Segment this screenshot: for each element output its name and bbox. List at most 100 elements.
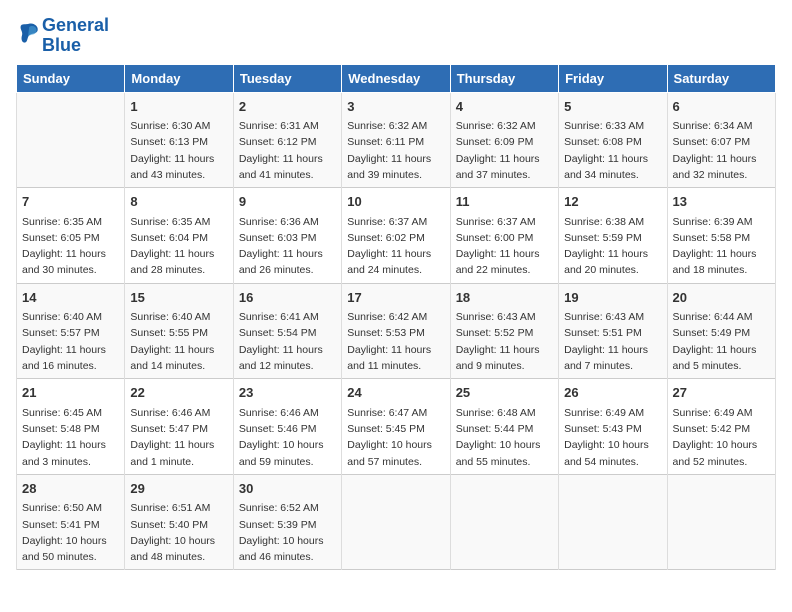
calendar-cell: 28Sunrise: 6:50 AM Sunset: 5:41 PM Dayli… bbox=[17, 474, 125, 570]
day-number: 28 bbox=[22, 479, 119, 499]
day-info: Sunrise: 6:39 AM Sunset: 5:58 PM Dayligh… bbox=[673, 214, 770, 279]
day-number: 4 bbox=[456, 97, 553, 117]
day-number: 9 bbox=[239, 192, 336, 212]
column-header-saturday: Saturday bbox=[667, 64, 775, 92]
week-row-1: 1Sunrise: 6:30 AM Sunset: 6:13 PM Daylig… bbox=[17, 92, 776, 188]
day-number: 15 bbox=[130, 288, 227, 308]
calendar-cell: 7Sunrise: 6:35 AM Sunset: 6:05 PM Daylig… bbox=[17, 188, 125, 284]
day-info: Sunrise: 6:43 AM Sunset: 5:51 PM Dayligh… bbox=[564, 309, 661, 374]
calendar-cell bbox=[17, 92, 125, 188]
day-info: Sunrise: 6:46 AM Sunset: 5:46 PM Dayligh… bbox=[239, 405, 336, 470]
logo-text: General Blue bbox=[42, 16, 109, 56]
week-row-5: 28Sunrise: 6:50 AM Sunset: 5:41 PM Dayli… bbox=[17, 474, 776, 570]
day-number: 6 bbox=[673, 97, 770, 117]
header: General Blue bbox=[16, 16, 776, 56]
day-info: Sunrise: 6:33 AM Sunset: 6:08 PM Dayligh… bbox=[564, 118, 661, 183]
day-info: Sunrise: 6:37 AM Sunset: 6:02 PM Dayligh… bbox=[347, 214, 444, 279]
day-number: 20 bbox=[673, 288, 770, 308]
calendar-cell: 5Sunrise: 6:33 AM Sunset: 6:08 PM Daylig… bbox=[559, 92, 667, 188]
calendar-cell: 8Sunrise: 6:35 AM Sunset: 6:04 PM Daylig… bbox=[125, 188, 233, 284]
calendar-cell: 15Sunrise: 6:40 AM Sunset: 5:55 PM Dayli… bbox=[125, 283, 233, 379]
day-number: 1 bbox=[130, 97, 227, 117]
logo: General Blue bbox=[16, 16, 109, 56]
day-number: 12 bbox=[564, 192, 661, 212]
day-info: Sunrise: 6:32 AM Sunset: 6:11 PM Dayligh… bbox=[347, 118, 444, 183]
calendar-cell: 10Sunrise: 6:37 AM Sunset: 6:02 PM Dayli… bbox=[342, 188, 450, 284]
calendar-cell: 4Sunrise: 6:32 AM Sunset: 6:09 PM Daylig… bbox=[450, 92, 558, 188]
calendar-cell: 11Sunrise: 6:37 AM Sunset: 6:00 PM Dayli… bbox=[450, 188, 558, 284]
day-number: 17 bbox=[347, 288, 444, 308]
column-header-wednesday: Wednesday bbox=[342, 64, 450, 92]
day-number: 24 bbox=[347, 383, 444, 403]
day-info: Sunrise: 6:40 AM Sunset: 5:55 PM Dayligh… bbox=[130, 309, 227, 374]
day-number: 27 bbox=[673, 383, 770, 403]
calendar-cell bbox=[450, 474, 558, 570]
calendar-cell: 1Sunrise: 6:30 AM Sunset: 6:13 PM Daylig… bbox=[125, 92, 233, 188]
calendar-cell: 19Sunrise: 6:43 AM Sunset: 5:51 PM Dayli… bbox=[559, 283, 667, 379]
calendar-cell: 29Sunrise: 6:51 AM Sunset: 5:40 PM Dayli… bbox=[125, 474, 233, 570]
day-number: 30 bbox=[239, 479, 336, 499]
day-info: Sunrise: 6:36 AM Sunset: 6:03 PM Dayligh… bbox=[239, 214, 336, 279]
day-info: Sunrise: 6:47 AM Sunset: 5:45 PM Dayligh… bbox=[347, 405, 444, 470]
calendar-cell: 12Sunrise: 6:38 AM Sunset: 5:59 PM Dayli… bbox=[559, 188, 667, 284]
day-info: Sunrise: 6:52 AM Sunset: 5:39 PM Dayligh… bbox=[239, 500, 336, 565]
day-number: 10 bbox=[347, 192, 444, 212]
calendar-cell: 23Sunrise: 6:46 AM Sunset: 5:46 PM Dayli… bbox=[233, 379, 341, 475]
calendar-cell: 2Sunrise: 6:31 AM Sunset: 6:12 PM Daylig… bbox=[233, 92, 341, 188]
week-row-2: 7Sunrise: 6:35 AM Sunset: 6:05 PM Daylig… bbox=[17, 188, 776, 284]
calendar-cell: 25Sunrise: 6:48 AM Sunset: 5:44 PM Dayli… bbox=[450, 379, 558, 475]
calendar-cell bbox=[667, 474, 775, 570]
column-header-monday: Monday bbox=[125, 64, 233, 92]
calendar-cell: 14Sunrise: 6:40 AM Sunset: 5:57 PM Dayli… bbox=[17, 283, 125, 379]
day-info: Sunrise: 6:35 AM Sunset: 6:05 PM Dayligh… bbox=[22, 214, 119, 279]
day-info: Sunrise: 6:32 AM Sunset: 6:09 PM Dayligh… bbox=[456, 118, 553, 183]
column-header-tuesday: Tuesday bbox=[233, 64, 341, 92]
day-info: Sunrise: 6:44 AM Sunset: 5:49 PM Dayligh… bbox=[673, 309, 770, 374]
calendar-cell: 22Sunrise: 6:46 AM Sunset: 5:47 PM Dayli… bbox=[125, 379, 233, 475]
day-number: 3 bbox=[347, 97, 444, 117]
calendar-cell bbox=[559, 474, 667, 570]
day-info: Sunrise: 6:48 AM Sunset: 5:44 PM Dayligh… bbox=[456, 405, 553, 470]
calendar-cell: 20Sunrise: 6:44 AM Sunset: 5:49 PM Dayli… bbox=[667, 283, 775, 379]
day-number: 25 bbox=[456, 383, 553, 403]
day-info: Sunrise: 6:46 AM Sunset: 5:47 PM Dayligh… bbox=[130, 405, 227, 470]
day-number: 19 bbox=[564, 288, 661, 308]
day-info: Sunrise: 6:35 AM Sunset: 6:04 PM Dayligh… bbox=[130, 214, 227, 279]
day-info: Sunrise: 6:34 AM Sunset: 6:07 PM Dayligh… bbox=[673, 118, 770, 183]
day-info: Sunrise: 6:49 AM Sunset: 5:42 PM Dayligh… bbox=[673, 405, 770, 470]
day-info: Sunrise: 6:31 AM Sunset: 6:12 PM Dayligh… bbox=[239, 118, 336, 183]
calendar-cell: 13Sunrise: 6:39 AM Sunset: 5:58 PM Dayli… bbox=[667, 188, 775, 284]
calendar-cell: 30Sunrise: 6:52 AM Sunset: 5:39 PM Dayli… bbox=[233, 474, 341, 570]
day-number: 13 bbox=[673, 192, 770, 212]
day-info: Sunrise: 6:43 AM Sunset: 5:52 PM Dayligh… bbox=[456, 309, 553, 374]
calendar-cell: 27Sunrise: 6:49 AM Sunset: 5:42 PM Dayli… bbox=[667, 379, 775, 475]
day-info: Sunrise: 6:40 AM Sunset: 5:57 PM Dayligh… bbox=[22, 309, 119, 374]
column-header-sunday: Sunday bbox=[17, 64, 125, 92]
day-info: Sunrise: 6:30 AM Sunset: 6:13 PM Dayligh… bbox=[130, 118, 227, 183]
calendar-header-row: SundayMondayTuesdayWednesdayThursdayFrid… bbox=[17, 64, 776, 92]
calendar-cell: 9Sunrise: 6:36 AM Sunset: 6:03 PM Daylig… bbox=[233, 188, 341, 284]
calendar-cell: 18Sunrise: 6:43 AM Sunset: 5:52 PM Dayli… bbox=[450, 283, 558, 379]
calendar-cell: 3Sunrise: 6:32 AM Sunset: 6:11 PM Daylig… bbox=[342, 92, 450, 188]
day-number: 22 bbox=[130, 383, 227, 403]
calendar-cell: 16Sunrise: 6:41 AM Sunset: 5:54 PM Dayli… bbox=[233, 283, 341, 379]
day-number: 8 bbox=[130, 192, 227, 212]
day-info: Sunrise: 6:51 AM Sunset: 5:40 PM Dayligh… bbox=[130, 500, 227, 565]
calendar-cell bbox=[342, 474, 450, 570]
day-number: 5 bbox=[564, 97, 661, 117]
day-number: 11 bbox=[456, 192, 553, 212]
week-row-3: 14Sunrise: 6:40 AM Sunset: 5:57 PM Dayli… bbox=[17, 283, 776, 379]
column-header-friday: Friday bbox=[559, 64, 667, 92]
day-number: 14 bbox=[22, 288, 119, 308]
day-info: Sunrise: 6:37 AM Sunset: 6:00 PM Dayligh… bbox=[456, 214, 553, 279]
calendar-cell: 21Sunrise: 6:45 AM Sunset: 5:48 PM Dayli… bbox=[17, 379, 125, 475]
logo-icon bbox=[16, 21, 40, 45]
calendar-cell: 26Sunrise: 6:49 AM Sunset: 5:43 PM Dayli… bbox=[559, 379, 667, 475]
calendar-cell: 6Sunrise: 6:34 AM Sunset: 6:07 PM Daylig… bbox=[667, 92, 775, 188]
day-number: 21 bbox=[22, 383, 119, 403]
day-info: Sunrise: 6:38 AM Sunset: 5:59 PM Dayligh… bbox=[564, 214, 661, 279]
day-info: Sunrise: 6:49 AM Sunset: 5:43 PM Dayligh… bbox=[564, 405, 661, 470]
week-row-4: 21Sunrise: 6:45 AM Sunset: 5:48 PM Dayli… bbox=[17, 379, 776, 475]
day-info: Sunrise: 6:42 AM Sunset: 5:53 PM Dayligh… bbox=[347, 309, 444, 374]
day-number: 23 bbox=[239, 383, 336, 403]
